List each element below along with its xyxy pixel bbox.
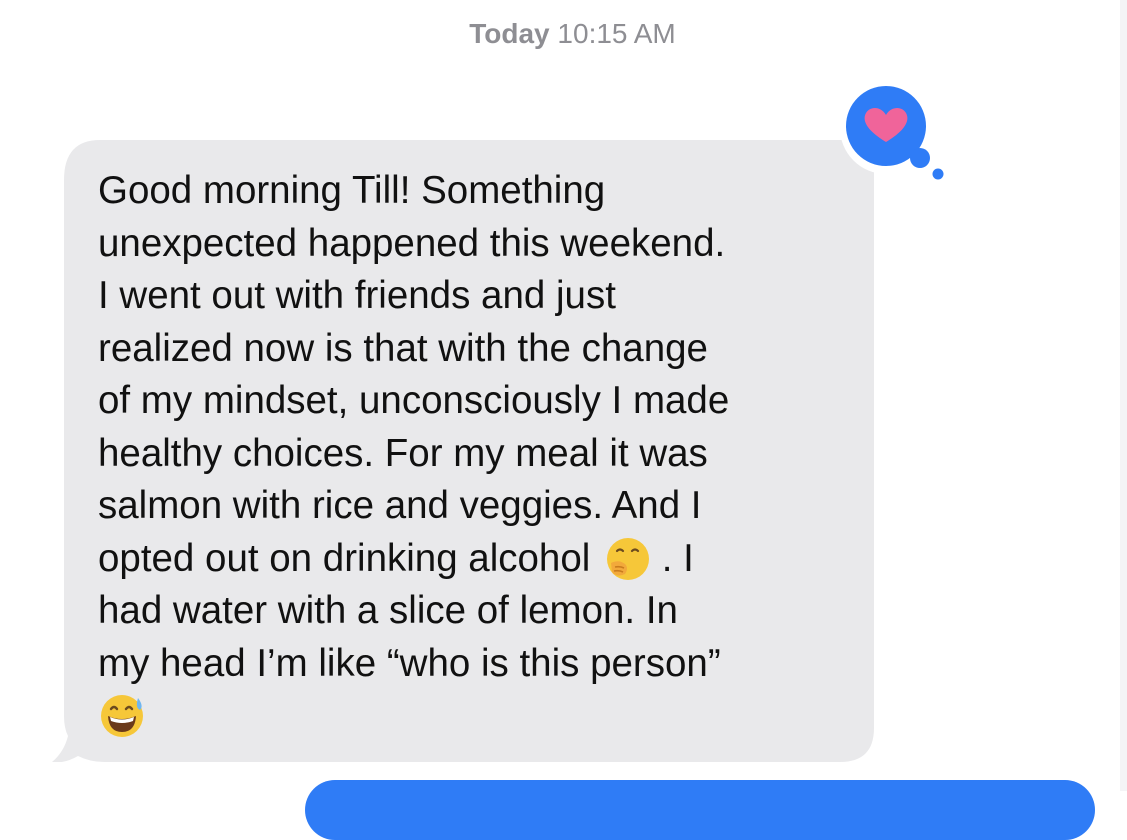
message-line: healthy choices. For my meal it was — [98, 431, 708, 475]
incoming-message-bubble[interactable]: Good morning Till! Something unexpected … — [52, 140, 874, 762]
heart-tapback-reaction[interactable] — [836, 78, 948, 186]
grinning-face-with-sweat-icon — [98, 694, 148, 738]
message-line-with-emoji: opted out on drinking alcohol . I — [98, 533, 858, 586]
message-timestamp: Today 10:15 AM — [0, 18, 1127, 50]
outgoing-message-bubble[interactable] — [305, 780, 1095, 840]
message-line-segment: opted out on drinking alcohol — [98, 536, 591, 580]
message-line: my head I’m like “who is this person” — [98, 641, 721, 685]
face-with-hand-over-mouth-icon — [601, 537, 651, 581]
message-line: I went out with friends and just — [98, 274, 616, 317]
message-text: Good morning Till! Something unexpected … — [98, 165, 858, 743]
message-line: realized now is that with the change — [98, 326, 708, 370]
timestamp-time: 10:15 AM — [557, 18, 676, 49]
message-line-emoji — [98, 690, 858, 743]
message-line: had water with a slice of lemon. In — [98, 589, 678, 632]
message-line: unexpected happened this weekend. — [98, 221, 726, 265]
screen-edge — [1120, 0, 1127, 791]
message-line: Good morning Till! Something — [98, 169, 606, 212]
message-line: of my mindset, unconsciously I made — [98, 379, 730, 422]
message-line-segment: . I — [661, 536, 694, 580]
timestamp-day: Today — [469, 18, 550, 49]
message-line: salmon with rice and veggies. And I — [98, 484, 702, 527]
